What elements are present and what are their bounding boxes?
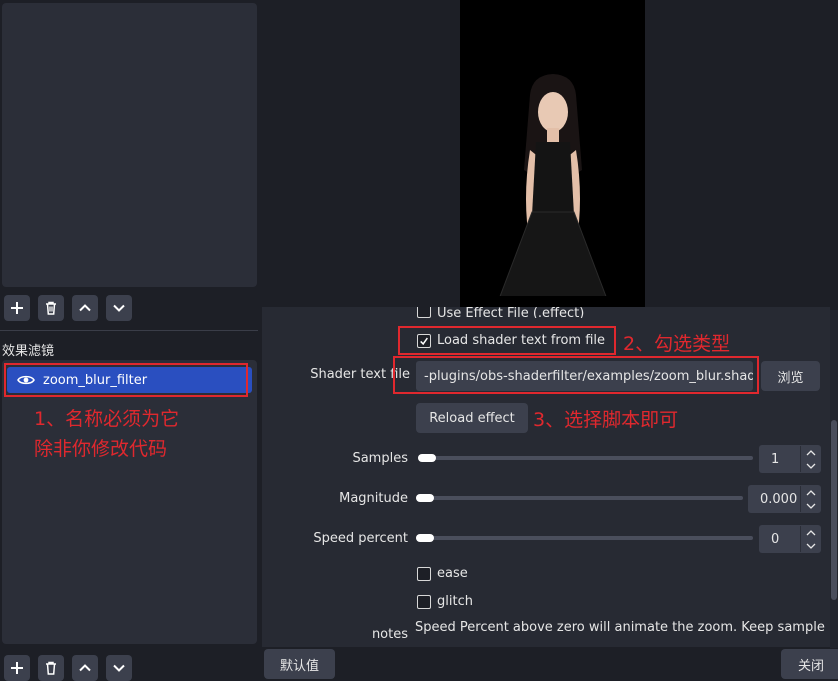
notes-text: Speed Percent above zero will animate th… bbox=[415, 620, 825, 635]
samples-spin-arrows[interactable] bbox=[800, 446, 821, 472]
spin-up-icon[interactable] bbox=[801, 486, 821, 499]
spin-up-icon[interactable] bbox=[801, 526, 821, 539]
add-filter-button[interactable] bbox=[4, 655, 30, 681]
delete-button[interactable] bbox=[38, 295, 64, 321]
plus-icon bbox=[11, 302, 23, 314]
trash-icon bbox=[46, 301, 56, 315]
samples-value: 1 bbox=[771, 451, 780, 467]
plus-icon bbox=[11, 662, 23, 674]
notes-label: notes bbox=[371, 627, 408, 642]
browse-button[interactable]: 浏览 bbox=[761, 361, 820, 391]
move-down-button[interactable] bbox=[106, 295, 132, 321]
magnitude-slider-knob[interactable] bbox=[416, 494, 434, 502]
close-button[interactable]: 关闭 bbox=[781, 649, 838, 679]
ease-checkbox[interactable] bbox=[417, 567, 431, 581]
shader-text-file-label: Shader text file bbox=[310, 367, 410, 382]
move-filter-down-button[interactable] bbox=[106, 655, 132, 681]
magnitude-slider[interactable] bbox=[416, 496, 743, 500]
sources-panel bbox=[2, 3, 257, 287]
speed-percent-label: Speed percent bbox=[313, 531, 408, 546]
spin-down-icon[interactable] bbox=[801, 499, 821, 512]
divider bbox=[0, 330, 258, 331]
magnitude-label: Magnitude bbox=[339, 491, 408, 506]
move-filter-up-button[interactable] bbox=[72, 655, 98, 681]
speed-slider-knob[interactable] bbox=[416, 534, 434, 542]
annotation-box-filter bbox=[4, 363, 248, 397]
annotation-note3: 3、选择脚本即可 bbox=[533, 409, 679, 431]
annotation-note2: 2、勾选类型 bbox=[623, 333, 731, 355]
defaults-button[interactable]: 默认值 bbox=[264, 649, 335, 679]
spin-down-icon[interactable] bbox=[801, 539, 821, 552]
add-button[interactable] bbox=[4, 295, 30, 321]
magnitude-value: 0.000 bbox=[760, 491, 798, 507]
filters-section-label: 效果滤镜 bbox=[2, 344, 55, 359]
magnitude-spin-arrows[interactable] bbox=[800, 486, 821, 512]
filters-list-panel bbox=[2, 360, 257, 644]
annotation-note1-line1: 1、名称必须为它 bbox=[34, 408, 180, 430]
chevron-down-icon bbox=[113, 664, 125, 672]
samples-spinbox[interactable]: 1 bbox=[759, 445, 821, 473]
delete-filter-button[interactable] bbox=[38, 655, 64, 681]
samples-slider[interactable] bbox=[418, 456, 753, 460]
annotation-box-shader-path bbox=[393, 356, 759, 394]
preview-person-image bbox=[495, 74, 611, 308]
magnitude-spinbox[interactable]: 0.000 bbox=[748, 485, 821, 513]
samples-slider-knob[interactable] bbox=[418, 454, 436, 462]
spin-down-icon[interactable] bbox=[801, 459, 821, 472]
chevron-up-icon bbox=[79, 304, 91, 312]
samples-label: Samples bbox=[352, 451, 408, 466]
chevron-up-icon bbox=[79, 664, 91, 672]
glitch-label: glitch bbox=[437, 594, 473, 609]
move-up-button[interactable] bbox=[72, 295, 98, 321]
annotation-note1-line2: 除非你修改代码 bbox=[34, 438, 168, 460]
reload-effect-button[interactable]: Reload effect bbox=[416, 403, 528, 433]
scrollbar-thumb[interactable] bbox=[831, 420, 837, 600]
chevron-down-icon bbox=[113, 304, 125, 312]
spin-up-icon[interactable] bbox=[801, 446, 821, 459]
speed-slider[interactable] bbox=[416, 536, 753, 540]
preview-canvas-bottom bbox=[460, 296, 645, 307]
ease-label: ease bbox=[437, 566, 468, 581]
glitch-checkbox[interactable] bbox=[417, 595, 431, 609]
annotation-box-load-shader bbox=[398, 326, 616, 355]
preview-canvas bbox=[460, 0, 645, 308]
trash-icon bbox=[46, 661, 56, 675]
speed-spinbox[interactable]: 0 bbox=[759, 525, 821, 553]
speed-spin-arrows[interactable] bbox=[800, 526, 821, 552]
speed-value: 0 bbox=[771, 531, 780, 547]
